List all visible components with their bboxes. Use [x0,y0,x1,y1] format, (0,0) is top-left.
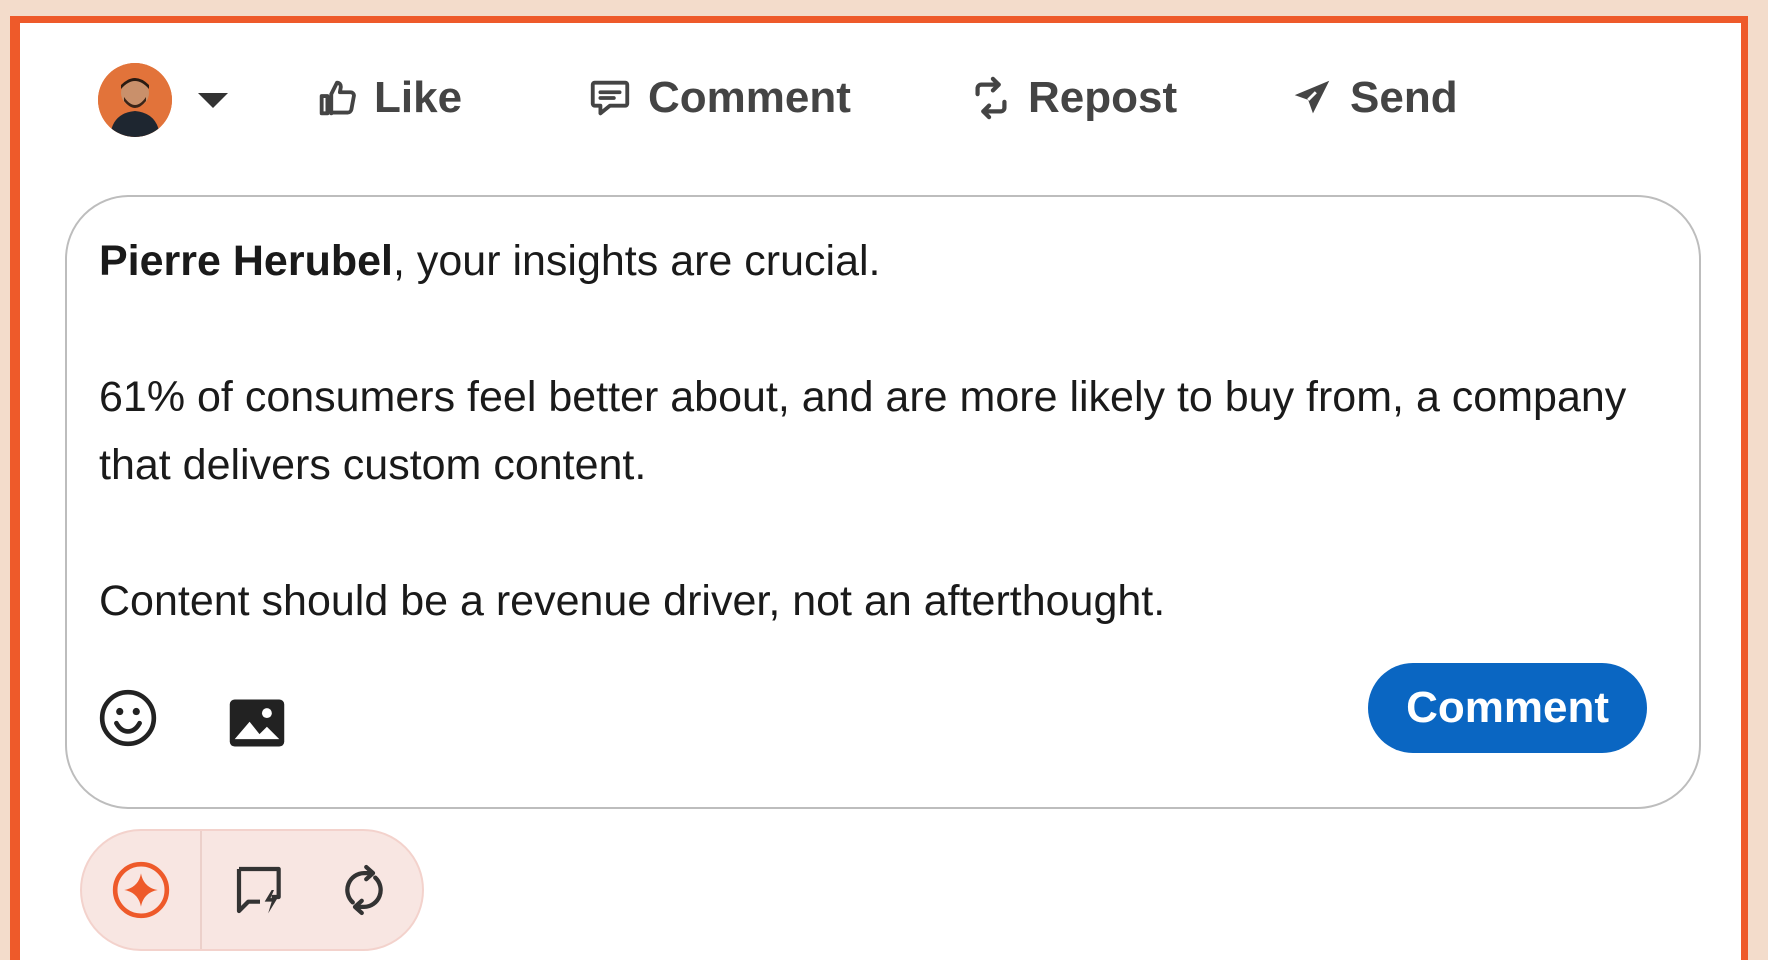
post-action-bar: Like Comment Repost Send [20,23,1741,173]
emoji-button[interactable] [97,687,159,754]
comment-bolt-icon [236,866,281,914]
comment-line-1-text: , your insights are crucial. [392,237,881,285]
send-label: Send [1350,73,1458,122]
comment-paragraph-2: 61% of consumers feel better about, and … [99,373,1627,489]
avatar-menu[interactable] [98,63,228,137]
emoji-icon [99,689,157,747]
submit-comment-button[interactable]: Comment [1368,663,1647,753]
refresh-icon [345,864,383,916]
post-card: Like Comment Repost Send Pierre Herubel,… [10,16,1748,960]
chevron-down-icon[interactable] [198,92,228,108]
quick-comment-button[interactable] [202,831,318,949]
thumbs-up-icon [319,80,356,116]
repost-button[interactable]: Repost [968,73,1177,123]
regenerate-button[interactable] [318,831,410,949]
paper-plane-icon [1294,80,1330,114]
ai-assist-button[interactable] [82,831,202,949]
comment-button[interactable]: Comment [586,73,851,123]
extension-toolbar [80,829,424,951]
image-icon [229,699,285,747]
like-button[interactable]: Like [314,73,462,123]
comment-text[interactable]: Pierre Herubel, your insights are crucia… [99,227,1659,635]
like-label: Like [374,73,463,122]
repost-label: Repost [1028,73,1178,122]
image-button[interactable] [227,697,287,754]
send-button[interactable]: Send [1288,73,1458,123]
page-background: Like Comment Repost Send Pierre Herubel,… [0,0,1768,960]
sparkle-icon [112,861,170,919]
comment-editor[interactable]: Pierre Herubel, your insights are crucia… [65,195,1701,809]
comment-paragraph-3: Content should be a revenue driver, not … [99,577,1166,625]
mention-name[interactable]: Pierre Herubel [99,237,393,285]
avatar[interactable] [98,63,172,137]
repost-arrows-icon [975,76,1007,120]
speech-bubble-icon [590,80,630,116]
comment-line-1: Pierre Herubel, your insights are crucia… [99,227,1659,295]
comment-label: Comment [648,73,851,122]
